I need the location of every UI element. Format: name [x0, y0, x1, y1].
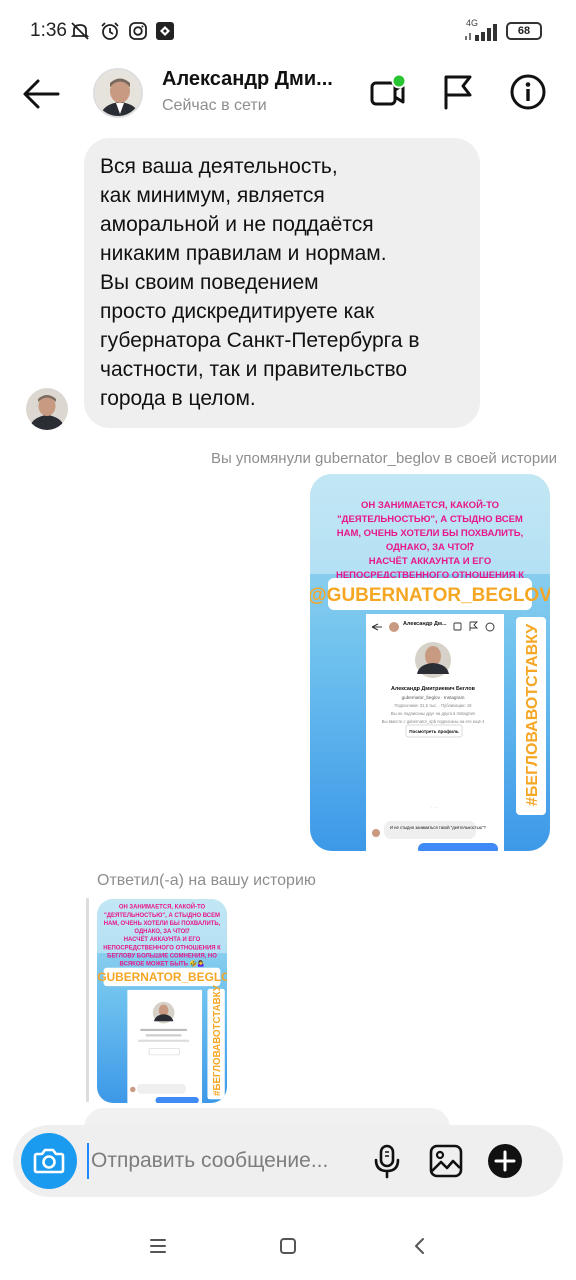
story-text-line: НАСЧЁТ АККАУНТА И ЕГО: [369, 556, 491, 567]
story-mention-card[interactable]: ОН ЗАНИМАЕТСЯ, КАКОЙ-ТО "ДЕЯТЕЛЬНОСТЬЮ",…: [310, 474, 550, 851]
avatar[interactable]: [93, 68, 143, 118]
microphone-icon[interactable]: [369, 1143, 405, 1179]
back-chevron-icon[interactable]: [408, 1234, 432, 1258]
no-sound-icon: [70, 22, 90, 40]
camera-button[interactable]: [21, 1133, 77, 1189]
story-text-line: ОН ЗАНИМАЕТСЯ, КАКОЙ-ТО: [361, 499, 499, 511]
inset-profile-name: Александр Дмитриевич Беглов: [391, 686, 476, 692]
inset-username: gubernator_beglov · Instagram: [402, 695, 465, 700]
story-text-line: НАМ, ОЧЕНЬ ХОТЕЛИ БЫ ПОХВАЛИТЬ,: [337, 528, 523, 539]
story-text-line: НАСЧЁТ АККАУНТА И ЕГО: [124, 936, 201, 943]
online-status: Сейчас в сети: [162, 97, 267, 114]
reply-caption: Ответил(-а) на вашу историю: [97, 872, 316, 889]
camera-icon: [33, 1148, 65, 1174]
story-text-line: НЕПОСРЕДСТВЕННОГО ОТНОШЕНИЯ К: [103, 945, 221, 951]
video-call-icon[interactable]: [368, 72, 408, 112]
signal-icon: [465, 24, 497, 41]
status-time: 1:36: [30, 20, 67, 41]
mention-tag: @GUBERNATOR_BEGLOV: [97, 970, 227, 984]
hashtag-text: #БЕГЛОВАВОТСТАВКУ: [524, 623, 541, 806]
story-preview: ОН ЗАНИМАЕТСЯ, КАКОЙ-ТО "ДЕЯТЕЛЬНОСТЬЮ",…: [310, 474, 550, 851]
info-icon[interactable]: [508, 72, 548, 112]
message-composer: [13, 1125, 563, 1197]
inset-date: · · ·: [431, 806, 437, 810]
story-preview: ОН ЗАНИМАЕТСЯ, КАКОЙ-ТО "ДЕЯТЕЛЬНОСТЬЮ",…: [97, 899, 227, 1103]
add-icon[interactable]: [487, 1143, 523, 1179]
flag-icon[interactable]: [438, 72, 478, 112]
story-text-line: НАМ, ОЧЕНЬ ХОТЕЛИ БЫ ПОХВАЛИТЬ,: [104, 921, 221, 927]
system-navbar: [0, 1210, 576, 1280]
back-arrow-icon[interactable]: [20, 76, 64, 112]
inset-message: И не стыдно заниматься такой "деятельнос…: [390, 825, 486, 830]
mention-caption: Вы упомянули gubernator_beglov в своей и…: [210, 450, 557, 467]
app-icon: [156, 22, 174, 40]
screenshot-inset: Александр Дм... Александр Дмитриевич Бег…: [366, 614, 504, 851]
story-reply-card[interactable]: ОН ЗАНИМАЕТСЯ, КАКОЙ-ТО "ДЕЯТЕЛЬНОСТЬЮ",…: [97, 899, 227, 1103]
story-text-line: ВСЯКОЕ МОЖЕТ БЫТЬ 🤣🤷‍♀️: [120, 960, 206, 968]
story-text-line: БЕГЛОВУ БОЛЬШИЕ СОМНЕНИЯ, НО: [107, 953, 217, 959]
instagram-icon: [129, 22, 147, 40]
alarm-icon: [101, 22, 119, 40]
message-text: Вся ваша деятельность, как минимум, явля…: [100, 155, 420, 410]
status-bar: 1:36 4G 68: [0, 0, 576, 62]
menu-icon[interactable]: [146, 1234, 170, 1258]
chat-header: Александр Дми... Сейчас в сети: [0, 62, 576, 132]
avatar-image: [95, 70, 141, 116]
battery-icon: 68: [506, 22, 542, 40]
story-text-line: "ДЕЯТЕЛЬНОСТЬЮ", А СТЫДНО ВСЕМ: [337, 514, 523, 525]
reply-quote-line: [86, 898, 89, 1102]
story-text-line: ОДНАКО, ЗА ЧТО⁉: [134, 928, 190, 935]
scroll-indicator: [562, 150, 568, 850]
story-text-line: "ДЕЯТЕЛЬНОСТЬЮ", А СТЫДНО ВСЕМ: [104, 913, 220, 919]
gallery-icon[interactable]: [428, 1143, 464, 1179]
inset-line: Вы вместе с gubernator_spb подписаны на …: [382, 719, 485, 724]
inset-line: Вы не подписаны друг на друга в Instagra…: [391, 711, 476, 716]
inset-stats: Подписчики: 31,5 тыс. · Публикации: 19: [394, 703, 472, 708]
inset-header-name: Александр Дм...: [403, 621, 447, 627]
inset-view-profile: Посмотреть профиль: [409, 728, 459, 734]
avatar-image: [26, 388, 68, 430]
message-input[interactable]: [87, 1143, 367, 1179]
message-bubble[interactable]: Вся ваша деятельность, как минимум, явля…: [84, 138, 480, 428]
home-square-icon[interactable]: [276, 1234, 300, 1258]
hashtag-text: #БЕГЛОВАВОТСТАВКУ: [212, 984, 223, 1096]
sender-avatar[interactable]: [26, 388, 68, 430]
story-text-line: ОДНАКО, ЗА ЧТО⁉: [386, 542, 474, 553]
online-indicator: [391, 73, 407, 89]
mention-tag: @GUBERNATOR_BEGLOV: [310, 585, 550, 606]
contact-name[interactable]: Александр Дми...: [162, 68, 333, 91]
